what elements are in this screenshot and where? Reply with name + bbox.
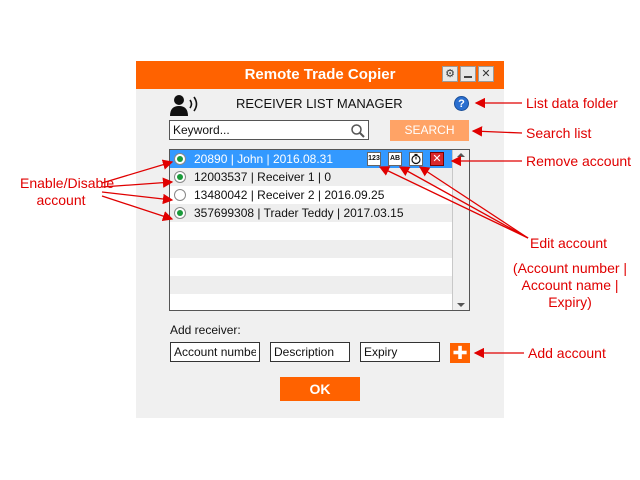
list-item-label: 357699308 | Trader Teddy | 2017.03.15 bbox=[194, 206, 404, 220]
annotation-edit-detail-1: (Account number | bbox=[512, 260, 628, 276]
list-item[interactable]: 20890 | John | 2016.08.31 123 AB ✕ bbox=[170, 150, 452, 168]
remove-icon[interactable]: ✕ bbox=[430, 152, 444, 166]
enable-toggle[interactable] bbox=[174, 171, 186, 183]
add-receiver-label: Add receiver: bbox=[170, 323, 241, 337]
list-item-label: 12003537 | Receiver 1 | 0 bbox=[194, 170, 331, 184]
annotation-list-data-folder: List data folder bbox=[526, 95, 618, 111]
edit-account-number-button[interactable]: 123 bbox=[367, 152, 381, 166]
list-item-label: 20890 | John | 2016.08.31 bbox=[194, 152, 334, 166]
title-bar: Remote Trade Copier ⚙ ✕ bbox=[136, 61, 504, 89]
description-field[interactable] bbox=[270, 342, 350, 362]
annotation-edit-detail: (Account number | Account name | Expiry) bbox=[506, 260, 634, 311]
list-item[interactable]: 12003537 | Receiver 1 | 0 bbox=[170, 168, 452, 186]
annotation-enable-disable: Enable/Disable account bbox=[20, 175, 115, 209]
ok-button[interactable]: OK bbox=[280, 377, 360, 401]
list-item-label: 13480042 | Receiver 2 | 2016.09.25 bbox=[194, 188, 385, 202]
page-title: RECEIVER LIST MANAGER bbox=[236, 96, 403, 111]
annotation-edit-account: Edit account bbox=[530, 235, 608, 251]
gear-icon[interactable]: ⚙ bbox=[442, 66, 458, 82]
enable-toggle[interactable] bbox=[174, 153, 186, 165]
receiver-list-dialog: Remote Trade Copier ⚙ ✕ RECEIVER LIST MA… bbox=[136, 61, 504, 418]
empty-row bbox=[170, 294, 452, 310]
magnifier-icon[interactable] bbox=[350, 123, 366, 139]
annotation-edit-detail-3: Expiry) bbox=[548, 294, 592, 310]
annotation-edit-detail-2: Account name | bbox=[521, 277, 619, 293]
empty-row bbox=[170, 240, 452, 258]
annotation-add-account: Add account bbox=[528, 345, 606, 361]
scroll-down-icon[interactable] bbox=[457, 303, 465, 307]
list-scrollbar[interactable] bbox=[452, 150, 469, 310]
receiver-signal-icon bbox=[170, 95, 198, 116]
stage: Remote Trade Copier ⚙ ✕ RECEIVER LIST MA… bbox=[0, 0, 640, 480]
edit-account-name-button[interactable]: AB bbox=[388, 152, 402, 166]
help-icon[interactable]: ? bbox=[454, 96, 469, 111]
enable-toggle[interactable] bbox=[174, 207, 186, 219]
annotation-enable-line-1: Enable/Disable bbox=[20, 175, 115, 191]
enable-toggle[interactable] bbox=[174, 189, 186, 201]
empty-row bbox=[170, 222, 452, 240]
minimize-icon[interactable] bbox=[460, 66, 476, 82]
account-number-field[interactable] bbox=[170, 342, 260, 362]
empty-row bbox=[170, 276, 452, 294]
receiver-list: 20890 | John | 2016.08.31 123 AB ✕ 12003… bbox=[169, 149, 470, 311]
expiry-clock-icon[interactable] bbox=[409, 152, 423, 166]
annotation-search-list: Search list bbox=[526, 125, 592, 141]
plus-icon[interactable]: ✚ bbox=[450, 343, 470, 363]
search-input[interactable] bbox=[169, 120, 369, 140]
close-icon[interactable]: ✕ bbox=[478, 66, 494, 82]
list-item[interactable]: 13480042 | Receiver 2 | 2016.09.25 bbox=[170, 186, 452, 204]
list-item[interactable]: 357699308 | Trader Teddy | 2017.03.15 bbox=[170, 204, 452, 222]
scroll-up-icon[interactable] bbox=[457, 153, 465, 157]
annotation-enable-line-2: account bbox=[36, 192, 86, 208]
annotation-remove-account: Remove account bbox=[526, 153, 632, 169]
expiry-field[interactable] bbox=[360, 342, 440, 362]
empty-row bbox=[170, 258, 452, 276]
search-button[interactable]: SEARCH bbox=[390, 120, 469, 141]
